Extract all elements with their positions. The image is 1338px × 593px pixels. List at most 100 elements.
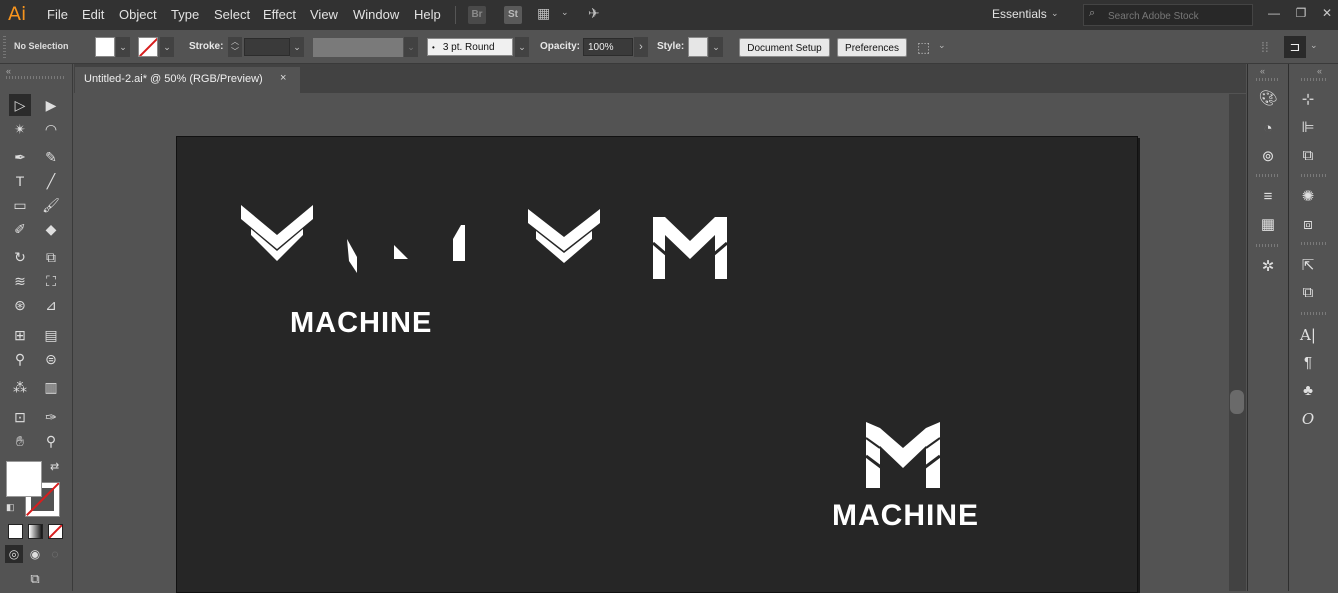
- logo-m-mark-final[interactable]: [866, 422, 940, 488]
- collapse-panel-icon[interactable]: «: [6, 66, 11, 76]
- artboards-icon[interactable]: ⧈: [1295, 214, 1321, 236]
- vertical-scrollbar[interactable]: [1229, 94, 1246, 591]
- opentype-icon[interactable]: O: [1295, 408, 1321, 430]
- logo-chevron-piece[interactable]: [241, 205, 313, 261]
- workspace-switcher[interactable]: Essentials: [992, 7, 1047, 21]
- arrange-documents-icon[interactable]: ▦: [537, 5, 550, 22]
- panel-grip[interactable]: [1301, 174, 1327, 177]
- stroke-weight-field[interactable]: [244, 38, 290, 56]
- mesh-tool-icon[interactable]: ⊞: [9, 324, 31, 346]
- screen-mode-icon[interactable]: ⧉: [24, 568, 46, 590]
- none-mode-icon[interactable]: [48, 524, 63, 539]
- type-tool-icon[interactable]: T: [9, 170, 31, 192]
- fill-dropdown[interactable]: ⌄: [116, 37, 130, 57]
- eraser-tool-icon[interactable]: ◆: [40, 218, 62, 240]
- close-window-button[interactable]: ✕: [1316, 4, 1338, 22]
- scrollbar-thumb[interactable]: [1230, 390, 1244, 414]
- opacity-arrow[interactable]: ›: [634, 37, 648, 57]
- menu-type[interactable]: Type: [171, 7, 199, 22]
- gpu-performance-icon[interactable]: ✈: [588, 5, 600, 22]
- document-tab[interactable]: Untitled-2.ai* @ 50% (RGB/Preview) ×: [75, 67, 300, 93]
- menu-object[interactable]: Object: [119, 7, 157, 22]
- default-fill-stroke-icon[interactable]: ◧: [6, 502, 15, 513]
- color-guide-icon[interactable]: 🎨︎: [1255, 88, 1281, 110]
- paragraph-icon[interactable]: ¶: [1295, 352, 1321, 374]
- selection-tool-icon[interactable]: ▷: [9, 94, 31, 116]
- gradient-panel-icon[interactable]: ◔: [1255, 118, 1281, 140]
- logo-fragment-middle[interactable]: [394, 245, 410, 261]
- brush-dropdown[interactable]: ⌄: [515, 37, 529, 57]
- graphic-style-swatch[interactable]: [688, 37, 708, 57]
- search-stock[interactable]: ⌕: [1083, 4, 1253, 26]
- panel-grip[interactable]: [1301, 242, 1327, 245]
- stock-icon[interactable]: St: [504, 6, 522, 24]
- align-icon[interactable]: ⊫: [1295, 117, 1321, 139]
- search-input[interactable]: [1106, 7, 1250, 25]
- column-graph-tool-icon[interactable]: ▥: [40, 376, 62, 398]
- close-tab-button[interactable]: ×: [280, 72, 286, 84]
- panel-menu-icon[interactable]: ⊐: [1284, 36, 1306, 58]
- restore-button[interactable]: ❐: [1290, 4, 1312, 22]
- symbols-icon[interactable]: ✲: [1255, 256, 1281, 278]
- slice-tool-icon[interactable]: ✑: [40, 406, 62, 428]
- glyphs-icon[interactable]: ♣: [1295, 380, 1321, 402]
- character-icon[interactable]: A|: [1295, 324, 1321, 346]
- menu-view[interactable]: View: [310, 7, 338, 22]
- brand-wordmark-bottom[interactable]: MACHINE: [832, 499, 979, 533]
- eyedropper-tool-icon[interactable]: ⚲: [9, 348, 31, 370]
- align-options-icon[interactable]: ⬚: [917, 39, 930, 56]
- panel-grip[interactable]: [1301, 312, 1327, 315]
- pen-tool-icon[interactable]: ✒: [9, 146, 31, 168]
- panel-grip[interactable]: [3, 36, 6, 58]
- bridge-icon[interactable]: Br: [468, 6, 486, 24]
- fill-swatch[interactable]: [95, 37, 115, 57]
- preferences-button[interactable]: Preferences: [837, 38, 907, 57]
- logo-m-mark-small[interactable]: [653, 213, 727, 279]
- stroke-dropdown[interactable]: ⌄: [160, 37, 174, 57]
- color-mode-icon[interactable]: [8, 524, 23, 539]
- brushes-icon[interactable]: ✺: [1295, 186, 1321, 208]
- menu-effect[interactable]: Effect: [263, 7, 296, 22]
- arrange-panel-icon[interactable]: ⁞⁞: [1261, 39, 1269, 55]
- panel-grip[interactable]: [1301, 78, 1327, 81]
- brush-definition[interactable]: • 3 pt. Round: [427, 38, 513, 56]
- stroke-weight-dropdown[interactable]: ⌄: [290, 37, 304, 57]
- collapse-panel-icon[interactable]: «: [1260, 66, 1265, 76]
- artboard[interactable]: MACHINE MACHINE: [176, 136, 1138, 593]
- menu-help[interactable]: Help: [414, 7, 441, 22]
- rotate-tool-icon[interactable]: ↻: [9, 246, 31, 268]
- artboard-tool-icon[interactable]: ⊡: [9, 406, 31, 428]
- rectangle-tool-icon[interactable]: ▭: [9, 194, 31, 216]
- panel-grip[interactable]: [1256, 244, 1280, 247]
- paintbrush-tool-icon[interactable]: 🖌︎: [40, 194, 62, 216]
- logo-fragment-right[interactable]: [451, 225, 469, 261]
- line-segment-tool-icon[interactable]: ╱: [40, 170, 62, 192]
- stroke-panel-icon[interactable]: ≡: [1255, 186, 1281, 208]
- pathfinder-icon[interactable]: ⧉: [1295, 145, 1321, 167]
- variable-width-profile[interactable]: [313, 38, 403, 57]
- direct-selection-tool-icon[interactable]: ▶: [40, 94, 62, 116]
- lasso-tool-icon[interactable]: ◠: [40, 118, 62, 140]
- export-asset-icon[interactable]: ⇱: [1295, 255, 1321, 277]
- symbol-sprayer-tool-icon[interactable]: ⁂: [9, 376, 31, 398]
- fill-color-box[interactable]: [6, 461, 42, 497]
- panel-grip[interactable]: [1256, 78, 1280, 81]
- chevron-down-icon[interactable]: ⌄: [561, 7, 569, 18]
- gradient-tool-icon[interactable]: ▤: [40, 324, 62, 346]
- logo-fragment-left[interactable]: [343, 239, 363, 273]
- chevron-down-icon[interactable]: ⌄: [1051, 8, 1059, 19]
- stroke-weight-stepper[interactable]: ︿ ﹀: [228, 37, 242, 57]
- appearance-icon[interactable]: ⊚: [1255, 146, 1281, 168]
- stroke-swatch[interactable]: [138, 37, 158, 57]
- chevron-down-icon[interactable]: ⌄: [1310, 40, 1318, 51]
- opacity-field[interactable]: 100%: [583, 38, 633, 56]
- profile-dropdown[interactable]: ⌄: [404, 37, 418, 57]
- panel-grip[interactable]: [1256, 174, 1280, 177]
- perspective-grid-tool-icon[interactable]: ⊿: [40, 294, 62, 316]
- menu-window[interactable]: Window: [353, 7, 399, 22]
- free-transform-tool-icon[interactable]: ⛶: [40, 270, 62, 292]
- swap-fill-stroke-icon[interactable]: ⇄: [50, 460, 59, 473]
- minimize-button[interactable]: —: [1263, 4, 1285, 22]
- magic-wand-tool-icon[interactable]: ✴: [9, 118, 31, 140]
- shaper-tool-icon[interactable]: ✐: [9, 218, 31, 240]
